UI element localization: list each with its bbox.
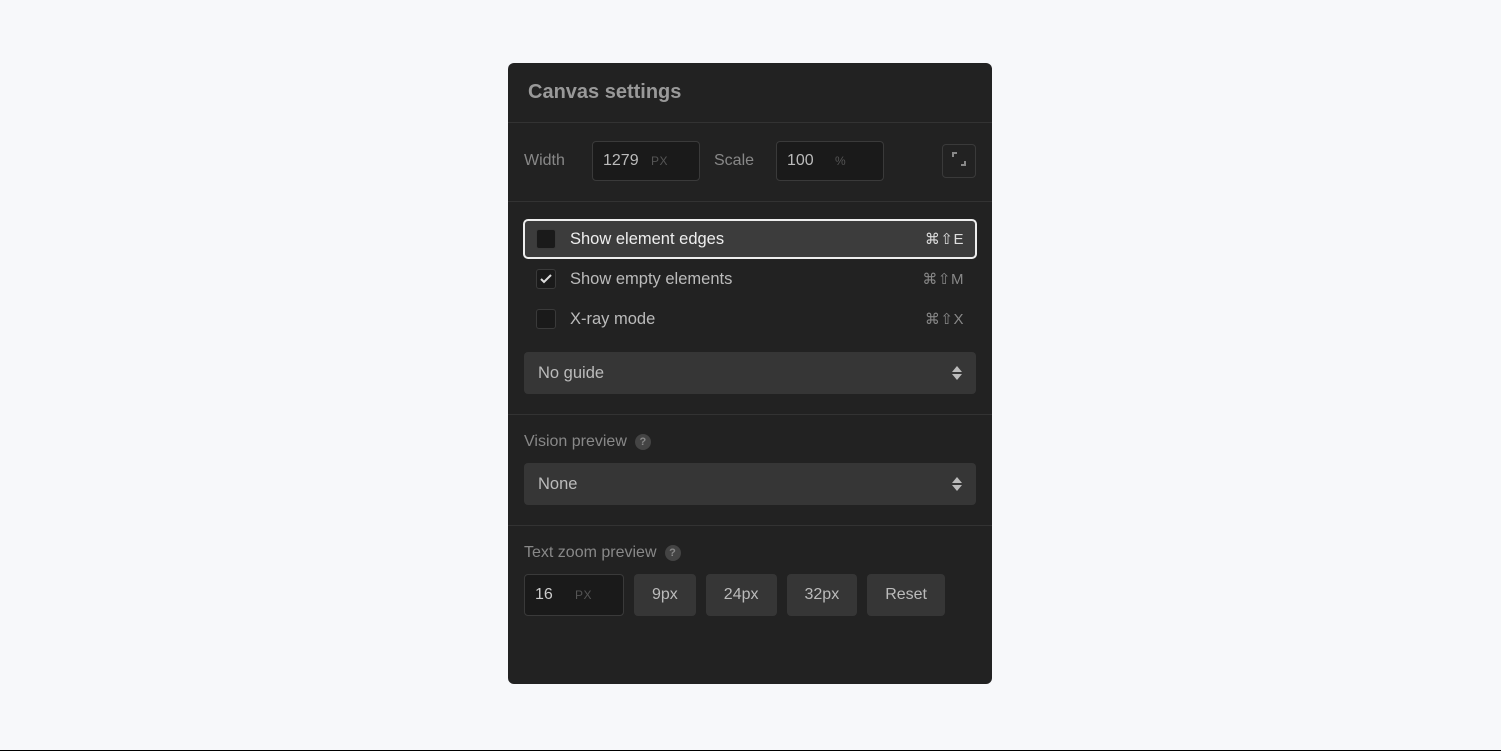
show-empty-elements-shortcut: ⌘⇧M (922, 270, 964, 288)
guide-select-value: No guide (538, 364, 952, 383)
scale-unit: % (835, 154, 846, 168)
show-element-edges-row[interactable]: Show element edges ⌘⇧E (524, 220, 976, 258)
xray-mode-label: X-ray mode (570, 310, 911, 329)
vision-preview-section: Vision preview ? None (508, 415, 992, 526)
vision-preview-value: None (538, 475, 952, 494)
show-empty-elements-checkbox[interactable] (536, 269, 556, 289)
text-zoom-input-wrap[interactable]: PX (524, 574, 624, 616)
text-zoom-header: Text zoom preview ? (524, 544, 976, 562)
text-zoom-row: PX 9px 24px 32px Reset (524, 574, 976, 616)
show-element-edges-label: Show element edges (570, 230, 911, 249)
fit-to-canvas-button[interactable] (942, 144, 976, 178)
display-options-section: Show element edges ⌘⇧E Show empty elemen… (508, 202, 992, 415)
vision-preview-select[interactable]: None (524, 463, 976, 505)
scale-input-wrap[interactable]: % (776, 141, 884, 181)
dimensions-row: Width PX Scale % (524, 141, 976, 181)
zoom-preset-32px[interactable]: 32px (787, 574, 858, 616)
vision-preview-label: Vision preview (524, 433, 627, 451)
show-empty-elements-row[interactable]: Show empty elements ⌘⇧M (524, 260, 976, 298)
zoom-preset-9px[interactable]: 9px (634, 574, 696, 616)
text-zoom-section: Text zoom preview ? PX 9px 24px 32px Res… (508, 526, 992, 636)
width-unit: PX (651, 154, 668, 168)
text-zoom-input[interactable] (535, 586, 575, 604)
dimensions-section: Width PX Scale % (508, 123, 992, 202)
xray-mode-checkbox[interactable] (536, 309, 556, 329)
panel-header: Canvas settings (508, 63, 992, 123)
help-icon[interactable]: ? (635, 434, 651, 450)
scale-input[interactable] (787, 152, 835, 170)
chevron-updown-icon (952, 477, 962, 491)
fit-icon (952, 152, 966, 171)
show-empty-elements-label: Show empty elements (570, 270, 908, 289)
guide-select[interactable]: No guide (524, 352, 976, 394)
show-element-edges-shortcut: ⌘⇧E (925, 230, 964, 248)
xray-mode-shortcut: ⌘⇧X (925, 310, 964, 328)
panel-title: Canvas settings (528, 81, 972, 104)
help-icon[interactable]: ? (665, 545, 681, 561)
text-zoom-unit: PX (575, 588, 592, 602)
text-zoom-label: Text zoom preview (524, 544, 657, 562)
width-input-wrap[interactable]: PX (592, 141, 700, 181)
scale-label: Scale (714, 152, 762, 170)
vision-preview-header: Vision preview ? (524, 433, 976, 451)
zoom-preset-24px[interactable]: 24px (706, 574, 777, 616)
width-label: Width (524, 152, 578, 170)
xray-mode-row[interactable]: X-ray mode ⌘⇧X (524, 300, 976, 338)
show-element-edges-checkbox[interactable] (536, 229, 556, 249)
width-input[interactable] (603, 152, 651, 170)
chevron-updown-icon (952, 366, 962, 380)
canvas-settings-panel: Canvas settings Width PX Scale % (508, 63, 992, 684)
zoom-reset-button[interactable]: Reset (867, 574, 945, 616)
